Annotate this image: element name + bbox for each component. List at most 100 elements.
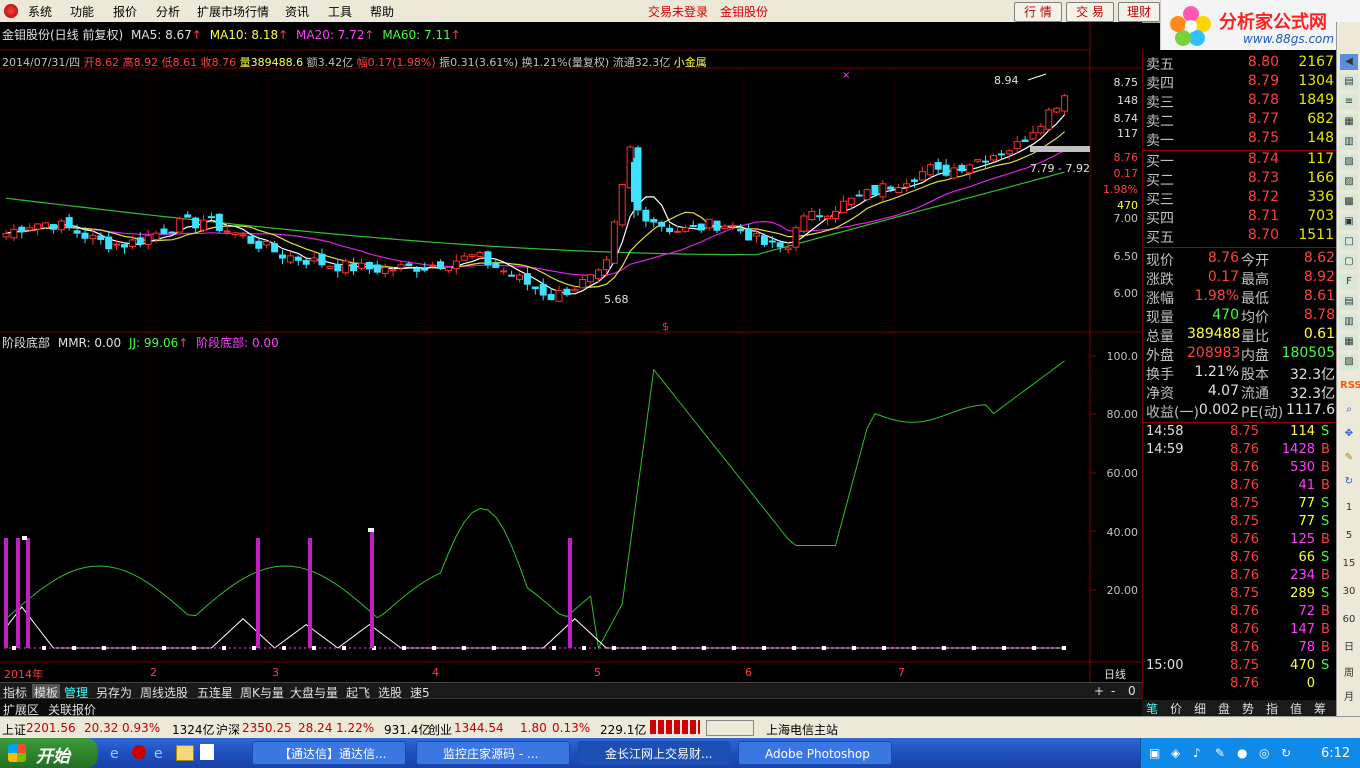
- period-1-button[interactable]: 1: [1340, 500, 1358, 516]
- server-name[interactable]: 上海电信主站: [766, 721, 838, 738]
- ask-row[interactable]: 卖四 8.79 1304: [1143, 73, 1337, 92]
- rtab-trades[interactable]: 笔: [1146, 700, 1158, 717]
- clock[interactable]: 6:12: [1321, 746, 1350, 761]
- rtab-index[interactable]: 指: [1266, 700, 1278, 717]
- tdx-quick-icon[interactable]: [132, 745, 146, 759]
- tick-side: S: [1321, 550, 1330, 565]
- x-label: 2014年: [4, 668, 43, 681]
- volume-icon[interactable]: ♪: [1193, 746, 1201, 760]
- candle-body: [318, 253, 326, 266]
- table-icon[interactable]: ▤: [1340, 294, 1358, 310]
- reset-zoom-button[interactable]: 0: [1128, 684, 1136, 698]
- candle-body: [863, 189, 871, 201]
- list-icon[interactable]: ≡: [1340, 94, 1358, 110]
- period-month-button[interactable]: 月: [1340, 690, 1358, 706]
- view-icon[interactable]: ▧: [1340, 354, 1358, 370]
- ask-row[interactable]: 卖一 8.75 148: [1143, 130, 1337, 149]
- orderbook-price: 8.80: [1247, 54, 1279, 70]
- bid-row[interactable]: 买三 8.72 336: [1143, 189, 1337, 208]
- rtab-price[interactable]: 价: [1170, 700, 1182, 717]
- pencil-icon[interactable]: ✎: [1340, 450, 1358, 466]
- bars-icon[interactable]: ▧: [1340, 154, 1358, 170]
- ask-row[interactable]: 卖二 8.77 682: [1143, 111, 1337, 130]
- task-monitor-code[interactable]: 监控庄家源码 - ...: [416, 741, 570, 765]
- layout-icon[interactable]: ▢: [1340, 254, 1358, 270]
- bid-row[interactable]: 买二 8.73 166: [1143, 170, 1337, 189]
- grid-icon[interactable]: ▦: [1340, 114, 1358, 130]
- update-icon[interactable]: ◎: [1259, 746, 1269, 760]
- period-15-button[interactable]: 15: [1340, 556, 1358, 572]
- brand-url[interactable]: www.88gs.com: [1243, 32, 1334, 46]
- menu-quote[interactable]: 报价: [113, 3, 137, 20]
- back-icon[interactable]: ◀: [1340, 54, 1358, 70]
- window-icon[interactable]: □: [1340, 234, 1358, 250]
- f10-icon[interactable]: F: [1340, 274, 1358, 290]
- news-icon[interactable]: ▩: [1340, 194, 1358, 210]
- bid-row[interactable]: 买四 8.71 703: [1143, 208, 1337, 227]
- search-icon[interactable]: ⌕: [1340, 402, 1358, 418]
- start-button[interactable]: 开始: [0, 738, 98, 768]
- finance-button[interactable]: 理财: [1118, 2, 1160, 22]
- move-icon[interactable]: ✥: [1340, 426, 1358, 442]
- rtab-trend[interactable]: 势: [1242, 700, 1254, 717]
- candle-body: [97, 235, 105, 241]
- bid-row[interactable]: 买一 8.74 117: [1143, 151, 1337, 170]
- baseline-dot: [462, 646, 466, 650]
- rtab-value[interactable]: 值: [1290, 700, 1302, 717]
- period-week-button[interactable]: 周: [1340, 666, 1358, 682]
- range-label: 7.79 - 7.92: [1030, 162, 1090, 175]
- app-tray-icon[interactable]: ●: [1237, 746, 1247, 760]
- ask-row[interactable]: 卖三 8.78 1849: [1143, 92, 1337, 111]
- period-60-button[interactable]: 60: [1340, 612, 1358, 628]
- menu-function[interactable]: 功能: [70, 3, 94, 20]
- ime-icon[interactable]: ✎: [1215, 746, 1225, 760]
- network-icon[interactable]: ▣: [1149, 746, 1160, 760]
- menu-tools[interactable]: 工具: [328, 3, 352, 20]
- hs-index-value: 2350.25: [242, 721, 292, 735]
- shield-icon[interactable]: ◈: [1171, 746, 1180, 760]
- refresh-icon[interactable]: ↻: [1340, 474, 1358, 490]
- menu-analysis[interactable]: 分析: [156, 3, 180, 20]
- baseline-dot: [432, 646, 436, 650]
- trade-button[interactable]: 交 易: [1066, 2, 1114, 22]
- menu-system[interactable]: 系统: [28, 3, 52, 20]
- period-5-button[interactable]: 5: [1340, 528, 1358, 544]
- folder-icon[interactable]: [176, 745, 194, 761]
- period-label[interactable]: 日线: [1104, 666, 1126, 682]
- bid-row[interactable]: 买五 8.70 1511: [1143, 227, 1337, 246]
- tile-icon[interactable]: ▣: [1340, 214, 1358, 230]
- menu-ext-market[interactable]: 扩展市场行情: [197, 3, 269, 20]
- menu-info[interactable]: 资讯: [285, 3, 309, 20]
- kline-icon[interactable]: ▥: [1340, 134, 1358, 150]
- panel-icon[interactable]: ▦: [1340, 334, 1358, 350]
- quote-button[interactable]: 行 情: [1014, 2, 1062, 22]
- rss-icon[interactable]: RSS: [1340, 378, 1360, 394]
- zoom-in-button[interactable]: +: [1094, 684, 1104, 698]
- notepad-icon[interactable]: [200, 744, 214, 760]
- menu-help[interactable]: 帮助: [370, 3, 394, 20]
- rtab-detail[interactable]: 细: [1194, 700, 1206, 717]
- stats-icon[interactable]: ▥: [1340, 314, 1358, 330]
- orderbook-label: 买三: [1146, 192, 1174, 208]
- task-photoshop[interactable]: Adobe Photoshop: [738, 741, 892, 765]
- ie-icon[interactable]: e: [110, 746, 119, 762]
- kline-chart[interactable]: $×: [0, 22, 1142, 682]
- report-icon[interactable]: ▨: [1340, 174, 1358, 190]
- candle-body: [523, 273, 531, 285]
- zoom-out-button[interactable]: -: [1111, 684, 1115, 698]
- ie2-icon[interactable]: e: [154, 746, 163, 762]
- sync-icon[interactable]: ↻: [1281, 746, 1291, 760]
- ask-row[interactable]: 卖五 8.80 2167: [1143, 54, 1337, 73]
- tick-price: 8.76: [1230, 676, 1259, 691]
- period-30-button[interactable]: 30: [1340, 584, 1358, 600]
- task-jcj-trading[interactable]: 金长江网上交易财...: [578, 741, 730, 765]
- rtab-book[interactable]: 盘: [1218, 700, 1230, 717]
- tick-price: 8.76: [1230, 604, 1259, 619]
- quote-value: 208983: [1187, 345, 1241, 361]
- sh-index-change: 20.32: [84, 721, 119, 735]
- ma10-line: [5, 131, 1065, 288]
- chart-icon[interactable]: ▤: [1340, 74, 1358, 90]
- task-tdx[interactable]: 【通达信】通达信...: [252, 741, 406, 765]
- rtab-chips[interactable]: 筹: [1314, 700, 1326, 717]
- period-day-button[interactable]: 日: [1340, 640, 1358, 656]
